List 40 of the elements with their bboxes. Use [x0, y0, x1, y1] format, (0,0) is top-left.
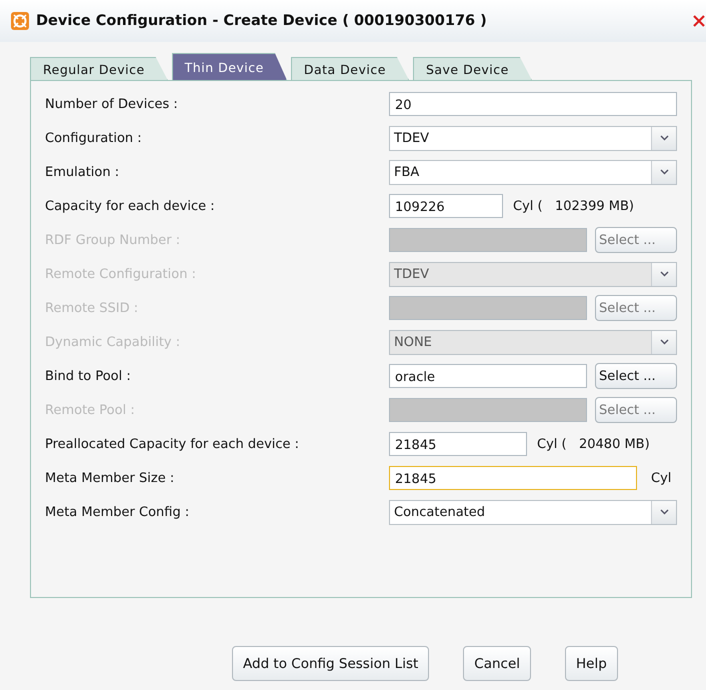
tab[interactable]: Data Device [290, 57, 409, 80]
cancel-button[interactable]: Cancel [463, 646, 532, 681]
field-label: Dynamic Capability : [45, 334, 182, 350]
caret-icon [660, 271, 668, 277]
field-label: Meta Member Config : [45, 504, 190, 520]
tab[interactable]: Regular Device [30, 57, 168, 80]
caret-icon [660, 509, 668, 515]
app-logo-icon [10, 11, 30, 31]
caret-icon [660, 169, 668, 175]
field-label: Bind to Pool : [45, 368, 132, 384]
caret-icon [660, 339, 668, 345]
unit-label: Cyl ( 20480 MB) [537, 436, 650, 452]
close-icon[interactable] [692, 14, 706, 28]
field-label: Number of Devices : [45, 96, 179, 112]
unit-label: Cyl ( 102399 MB) [513, 198, 634, 214]
unit-label: Cyl [651, 470, 672, 486]
field-label: Preallocated Capacity for each device : [45, 436, 300, 452]
field-label: Remote SSID : [45, 300, 140, 316]
tab[interactable]: Save Device [412, 57, 532, 80]
input-field[interactable]: oracle [389, 364, 587, 388]
input-field[interactable]: 21845 [389, 432, 527, 456]
field-label: Meta Member Size : [45, 470, 176, 486]
window-title: Device Configuration - Create Device ( 000190300176 ) [36, 13, 488, 29]
select-button[interactable]: Select ... [595, 363, 677, 389]
add-button[interactable]: Add to Config Session List [232, 646, 430, 681]
help-button[interactable]: Help [565, 646, 618, 681]
input-field[interactable]: 21845 [389, 466, 637, 490]
field-label: Configuration : [45, 130, 143, 146]
caret-icon [660, 135, 668, 141]
field-label: Remote Configuration : [45, 266, 197, 282]
tab[interactable]: Thin Device [172, 53, 287, 80]
dropdown[interactable]: FBA [389, 160, 677, 184]
dropdown[interactable]: Concatenated [389, 500, 677, 524]
input-field[interactable]: 20 [389, 92, 677, 116]
input-field[interactable]: 109226 [389, 194, 503, 218]
dropdown[interactable]: TDEV [389, 126, 677, 150]
field-label: Emulation : [45, 164, 120, 180]
field-label: RDF Group Number : [45, 232, 182, 248]
field-label: Remote Pool : [45, 402, 136, 418]
field-label: Capacity for each device : [45, 198, 216, 214]
